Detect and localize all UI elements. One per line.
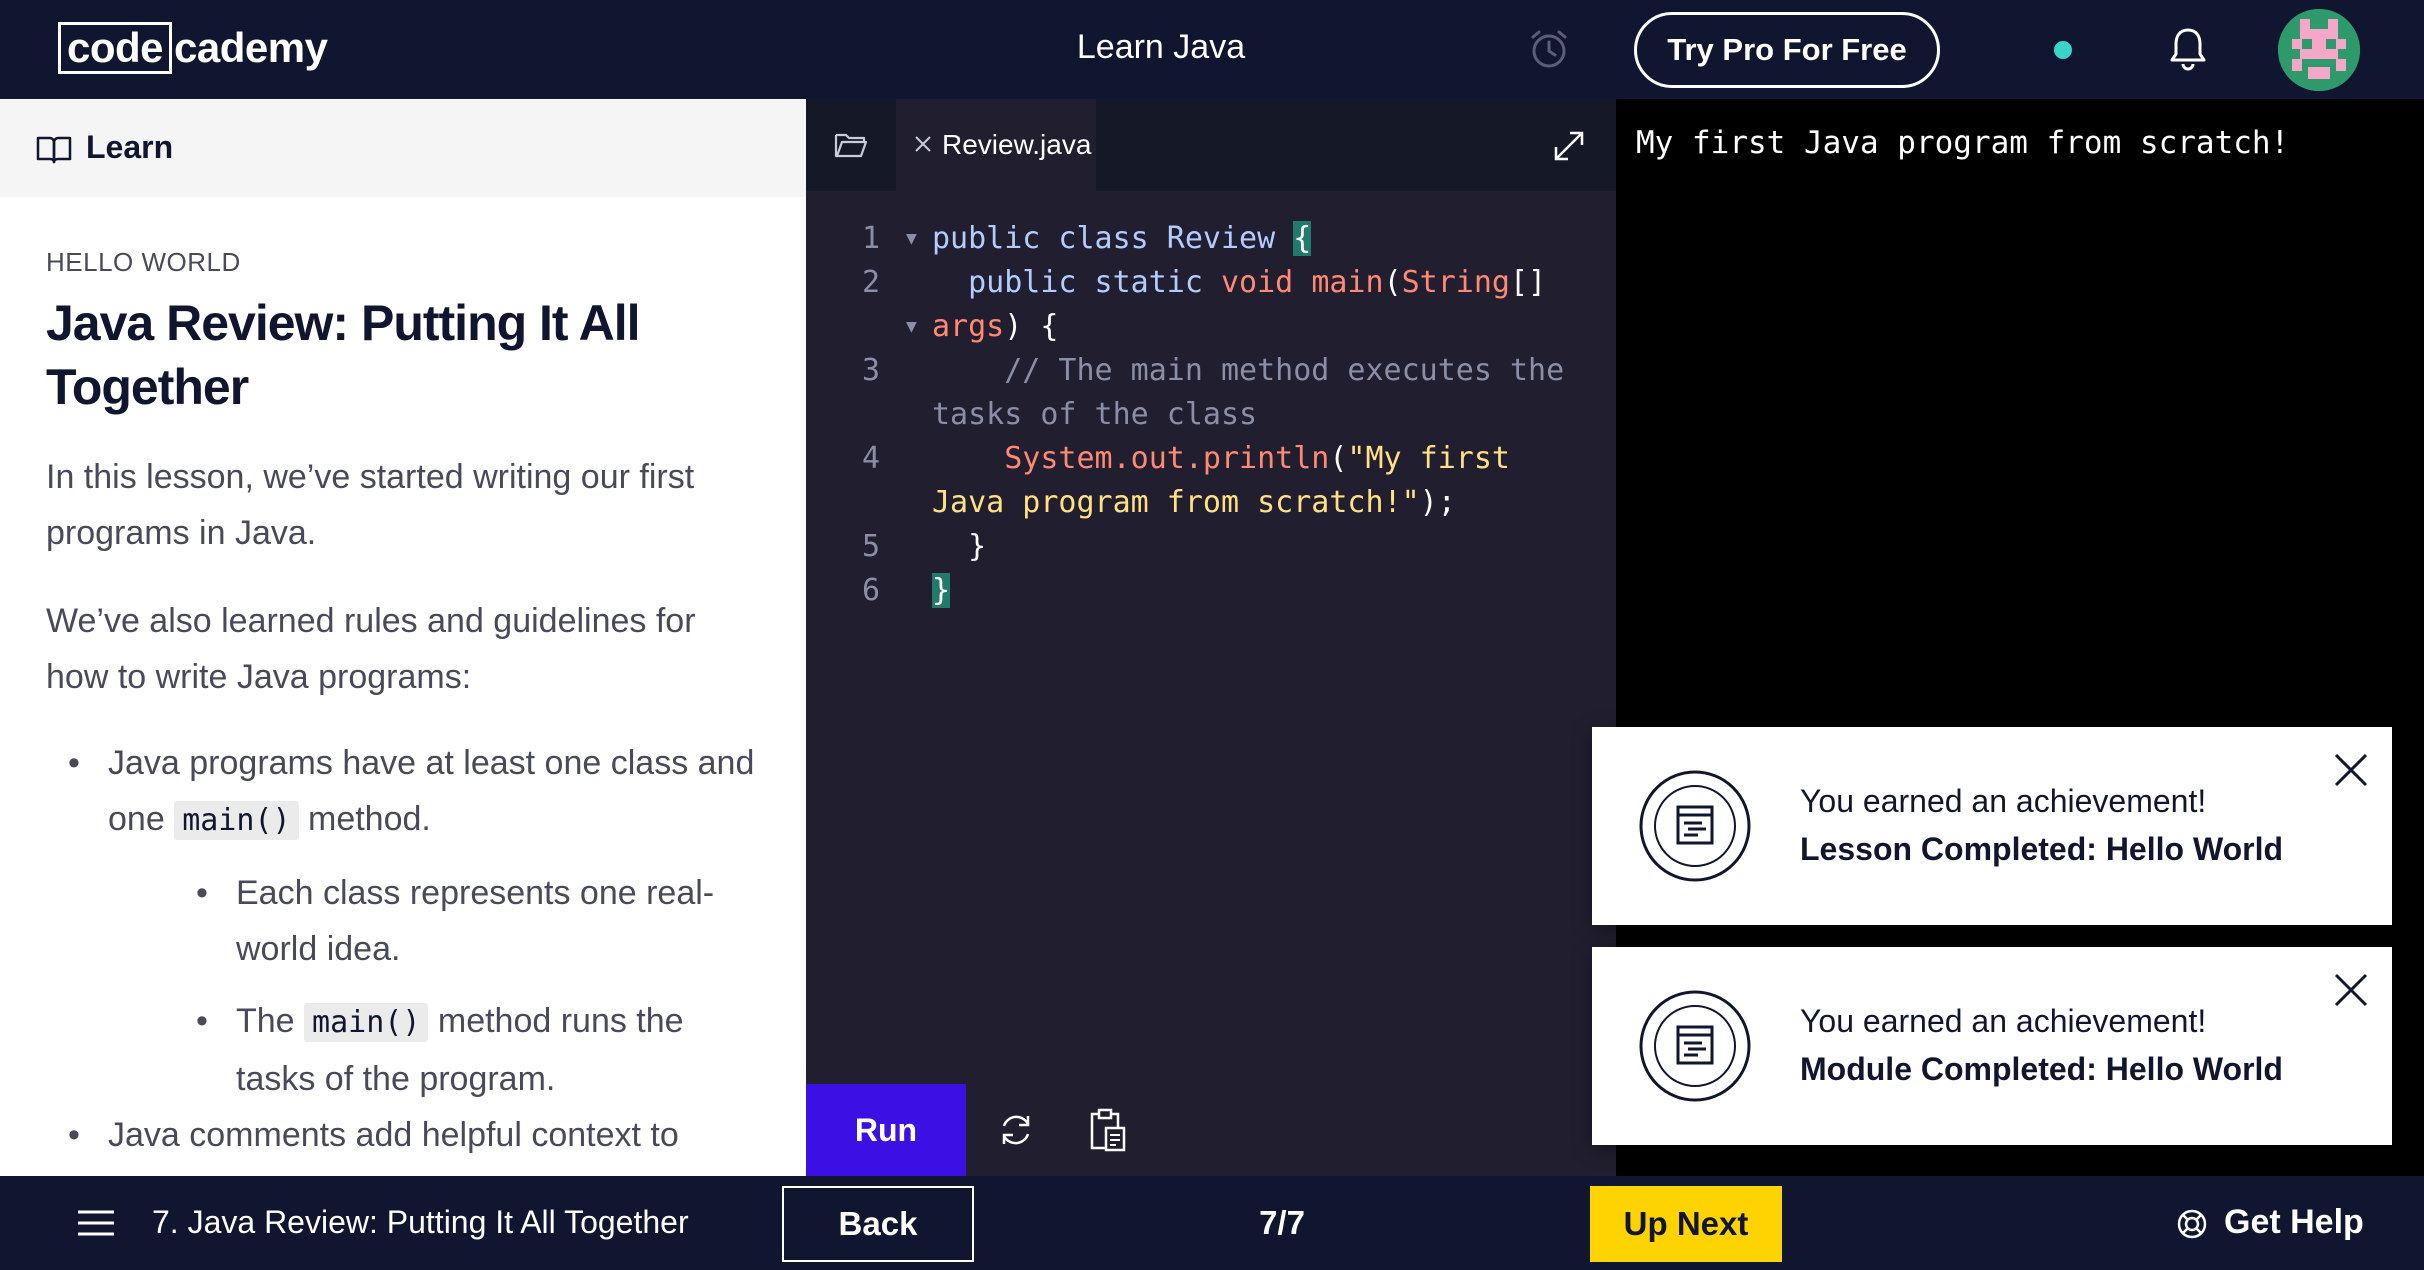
code-line-1: 1 ▼ public class Review { [806, 217, 1616, 261]
lesson-pager: 7/7 [1259, 1204, 1305, 1241]
top-navigation: code cademy Learn Java Try Pro For Free [0, 0, 2424, 99]
paragraph-intro: In this lesson, we’ve started writing ou… [46, 458, 695, 552]
run-toolbar: Run [806, 1084, 1616, 1176]
learn-header: Learn [0, 99, 806, 197]
line-number: 3 [861, 353, 880, 388]
code-area[interactable]: 1 ▼ public class Review { 2 ▼ public sta… [806, 217, 1616, 613]
lesson-eyebrow: HELLO WORLD [46, 247, 241, 277]
learn-tab-label[interactable]: Learn [86, 129, 173, 166]
line-number: 2 [861, 265, 880, 300]
menu-icon[interactable] [76, 1209, 116, 1237]
line-number: 5 [861, 529, 880, 564]
list-item: Java programs have at least one class an… [46, 735, 766, 1107]
book-icon [36, 136, 72, 164]
folder-icon [834, 133, 868, 158]
close-icon[interactable] [2332, 751, 2370, 789]
output-text: My first Java program from scratch! [1636, 125, 2290, 161]
toast-heading: You earned an achievement! [1800, 783, 2207, 819]
achievement-toast: You earned an achievement! Lesson Comple… [1592, 727, 2392, 925]
toast-achievement-name: Module Completed: Hello World [1800, 1051, 2283, 1087]
alarm-clock-icon[interactable] [1528, 28, 1570, 70]
fold-arrow-icon[interactable]: ▼ [906, 217, 917, 261]
list-item: Each class represents one real-world ide… [108, 865, 766, 977]
avatar[interactable] [2278, 9, 2360, 91]
inline-code: main() [304, 1003, 429, 1042]
sub-bullet-list: Each class represents one real-world ide… [108, 865, 766, 1107]
list-item: The main() method runs the tasks of the … [108, 993, 766, 1107]
lesson-content: HELLO WORLD Java Review: Putting It All … [46, 247, 766, 1163]
tab-label: Review.java [942, 129, 1092, 160]
paragraph-rules: We’ve also learned rules and guidelines … [46, 602, 696, 696]
toast-heading: You earned an achievement! [1800, 1003, 2207, 1039]
code-text: } [932, 529, 987, 564]
get-help-button[interactable]: Get Help [2224, 1203, 2364, 1242]
code-text: public class Review { [932, 221, 1312, 256]
editor-tab-bar: Review.java [806, 99, 1616, 191]
close-icon[interactable] [2332, 971, 2370, 1009]
list-item: Java comments add helpful context to [46, 1107, 766, 1163]
tab-review-java[interactable]: Review.java [896, 99, 1096, 191]
current-lesson-name[interactable]: 7. Java Review: Putting It All Together [152, 1204, 689, 1241]
bottom-navigation: 7. Java Review: Putting It All Together … [0, 1176, 2424, 1270]
list-item-text: The [236, 1002, 305, 1040]
expand-icon[interactable] [1546, 123, 1592, 169]
code-line-3: 3 // The main method executes the tasks … [806, 349, 1616, 437]
list-item-text: Each class represents one real-world ide… [236, 874, 715, 968]
toast-achievement-name: Lesson Completed: Hello World [1800, 831, 2283, 867]
run-button[interactable]: Run [806, 1084, 966, 1176]
lesson-title: Java Review: Putting It All Together [46, 295, 641, 415]
code-editor: Review.java 1 ▼ public class Review { 2 … [806, 99, 1616, 1176]
achievement-badge-icon [1639, 990, 1751, 1102]
inline-code: main() [174, 801, 299, 840]
list-item-text: Java comments add helpful context to [108, 1116, 679, 1154]
achievement-badge-icon [1639, 770, 1751, 882]
achievement-toast: You earned an achievement! Module Comple… [1592, 947, 2392, 1145]
line-number: 4 [861, 441, 880, 476]
code-text: public static void main(String[] args) { [932, 265, 1547, 344]
line-number: 1 [861, 221, 880, 256]
clipboard-icon[interactable] [1086, 1106, 1130, 1154]
learn-panel: Learn HELLO WORLD Java Review: Putting I… [0, 99, 806, 1176]
file-browser-button[interactable] [806, 99, 896, 191]
code-line-4: 4 System.out.println("My first Java prog… [806, 437, 1616, 525]
course-title: Learn Java [1076, 28, 1246, 66]
code-text: System.out.println("My first Java progra… [932, 441, 1529, 520]
bell-icon[interactable] [2168, 26, 2208, 72]
line-number: 6 [861, 573, 880, 608]
code-line-6: 6 } [806, 569, 1616, 613]
try-pro-button[interactable]: Try Pro For Free [1634, 12, 1940, 88]
fold-arrow-icon[interactable]: ▼ [906, 305, 917, 349]
back-button[interactable]: Back [782, 1186, 974, 1262]
close-icon[interactable] [910, 131, 936, 157]
bullet-list: Java programs have at least one class an… [46, 735, 766, 1163]
status-dot [2054, 41, 2072, 59]
up-next-button[interactable]: Up Next [1590, 1186, 1782, 1262]
help-icon[interactable] [2176, 1208, 2208, 1240]
refresh-icon[interactable] [994, 1108, 1038, 1152]
list-item-text: method. [298, 800, 431, 838]
code-text: } [932, 573, 951, 608]
code-line-2: 2 ▼ public static void main(String[] arg… [806, 261, 1616, 349]
code-comment: // The main method executes the tasks of… [932, 353, 1583, 432]
code-line-5: 5 } [806, 525, 1616, 569]
